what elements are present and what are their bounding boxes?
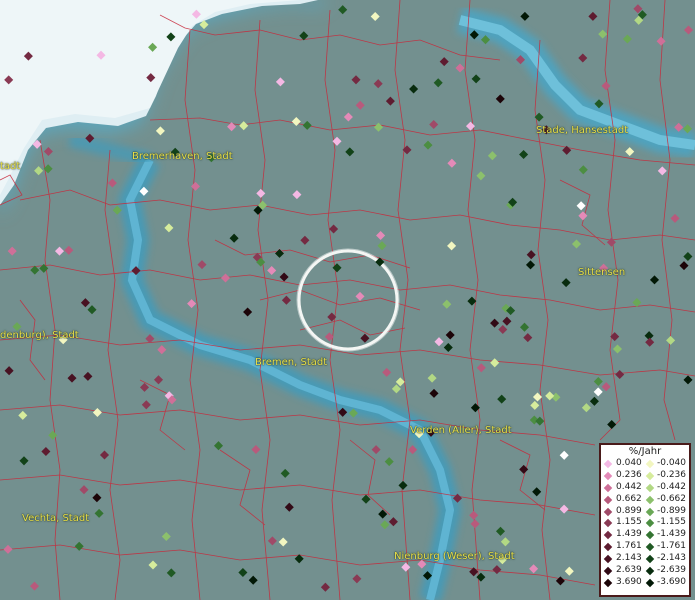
legend-swatch-negative xyxy=(645,483,655,493)
legend-value-negative: -0.442 xyxy=(657,481,687,492)
legend-value-negative: -0.040 xyxy=(657,458,687,468)
legend-row: 1.439 -1.439 xyxy=(601,529,689,541)
label-stade: Stade, Hansestadt xyxy=(536,125,629,136)
legend-value-positive: 2.143 xyxy=(616,553,642,564)
legend-value-positive: 0.236 xyxy=(616,469,642,480)
label-vechta: Vechta, Stadt xyxy=(22,513,90,524)
legend-swatch-positive xyxy=(603,495,613,504)
legend-value-negative: -2.143 xyxy=(657,553,687,564)
legend-swatch-positive xyxy=(603,542,613,552)
legend-row: 0.236 -0.236 xyxy=(601,470,689,482)
legend-swatch-positive xyxy=(603,578,613,588)
legend-value-positive: 3.690 xyxy=(616,576,642,587)
legend-value-negative: -1.439 xyxy=(657,529,687,540)
label-bremerhaven: Bremerhaven, Stadt xyxy=(132,151,233,162)
legend-value-negative: -1.155 xyxy=(657,517,687,528)
label-oldenburg: denburg), Stadt xyxy=(0,330,79,341)
label-verden: Verden (Aller), Stadt xyxy=(410,425,512,436)
legend-title: %/Jahr xyxy=(628,446,662,457)
legend-swatch-positive xyxy=(603,531,613,540)
legend-row: 2.639 -2.639 xyxy=(601,565,689,577)
legend-value-negative: -0.662 xyxy=(657,493,687,504)
legend-row: 0.662 -0.662 xyxy=(601,494,689,506)
legend-value-positive: 1.761 xyxy=(616,541,642,552)
legend-value-negative: -3.690 xyxy=(657,576,687,587)
map-canvas xyxy=(0,0,695,600)
label-bremen: Bremen, Stadt xyxy=(255,357,328,368)
legend-row: 1.761 -1.761 xyxy=(601,541,689,553)
legend-value-positive: 0.899 xyxy=(616,505,642,516)
legend-swatch-negative xyxy=(645,495,655,504)
legend-value-positive: 0.662 xyxy=(616,493,642,504)
legend-value-negative: -0.899 xyxy=(657,505,687,516)
legend-value-positive: 1.439 xyxy=(616,529,642,540)
legend-swatch-negative xyxy=(645,507,655,516)
legend-swatch-negative xyxy=(645,531,655,540)
legend-row: 0.040 -0.040 xyxy=(601,458,689,470)
legend-row: 0.442 -0.442 xyxy=(601,482,689,494)
legend-rows: 0.040 -0.040 0.236 -0.236 0.442 -0.442 0.662 -0… xyxy=(601,458,689,589)
legend-swatch-positive xyxy=(603,483,613,493)
legend-swatch-negative xyxy=(645,542,655,552)
legend-swatch-positive xyxy=(603,507,613,516)
legend-swatch-positive xyxy=(603,554,613,564)
map-view[interactable]: Bremerhaven, Stadt Stade, Hansestadt Sit… xyxy=(0,0,695,600)
legend-swatch-negative xyxy=(645,554,655,564)
legend-swatch-negative xyxy=(645,578,655,588)
legend-swatch-positive xyxy=(603,566,613,576)
legend-swatch-negative xyxy=(645,566,655,576)
legend-swatch-positive xyxy=(603,459,613,469)
legend-value-negative: -1.761 xyxy=(657,541,687,552)
legend-swatch-negative xyxy=(645,459,655,469)
legend-row: 2.143 -2.143 xyxy=(601,553,689,565)
legend-row: 1.155 -1.155 xyxy=(601,517,689,529)
legend-value-positive: 2.639 xyxy=(616,565,642,576)
legend-row: 0.899 -0.899 xyxy=(601,506,689,518)
label-sittensen: Sittensen xyxy=(578,267,626,278)
legend-swatch-positive xyxy=(603,519,613,528)
legend-row: 3.690 -3.690 xyxy=(601,577,689,589)
legend-swatch-positive xyxy=(603,471,613,481)
label-edge-stadt: tadt xyxy=(0,161,21,172)
legend-value-positive: 0.442 xyxy=(616,481,642,492)
legend-value-positive: 0.040 xyxy=(616,458,642,468)
label-nienburg: Nienburg (Weser), Stadt xyxy=(394,551,515,562)
legend-value-positive: 1.155 xyxy=(616,517,642,528)
legend: %/Jahr 0.040 -0.040 0.236 -0.236 0.442 -0.442… xyxy=(599,443,691,597)
legend-value-negative: -0.236 xyxy=(657,469,687,480)
legend-value-negative: -2.639 xyxy=(657,565,687,576)
legend-swatch-negative xyxy=(645,471,655,481)
legend-swatch-negative xyxy=(645,519,655,528)
